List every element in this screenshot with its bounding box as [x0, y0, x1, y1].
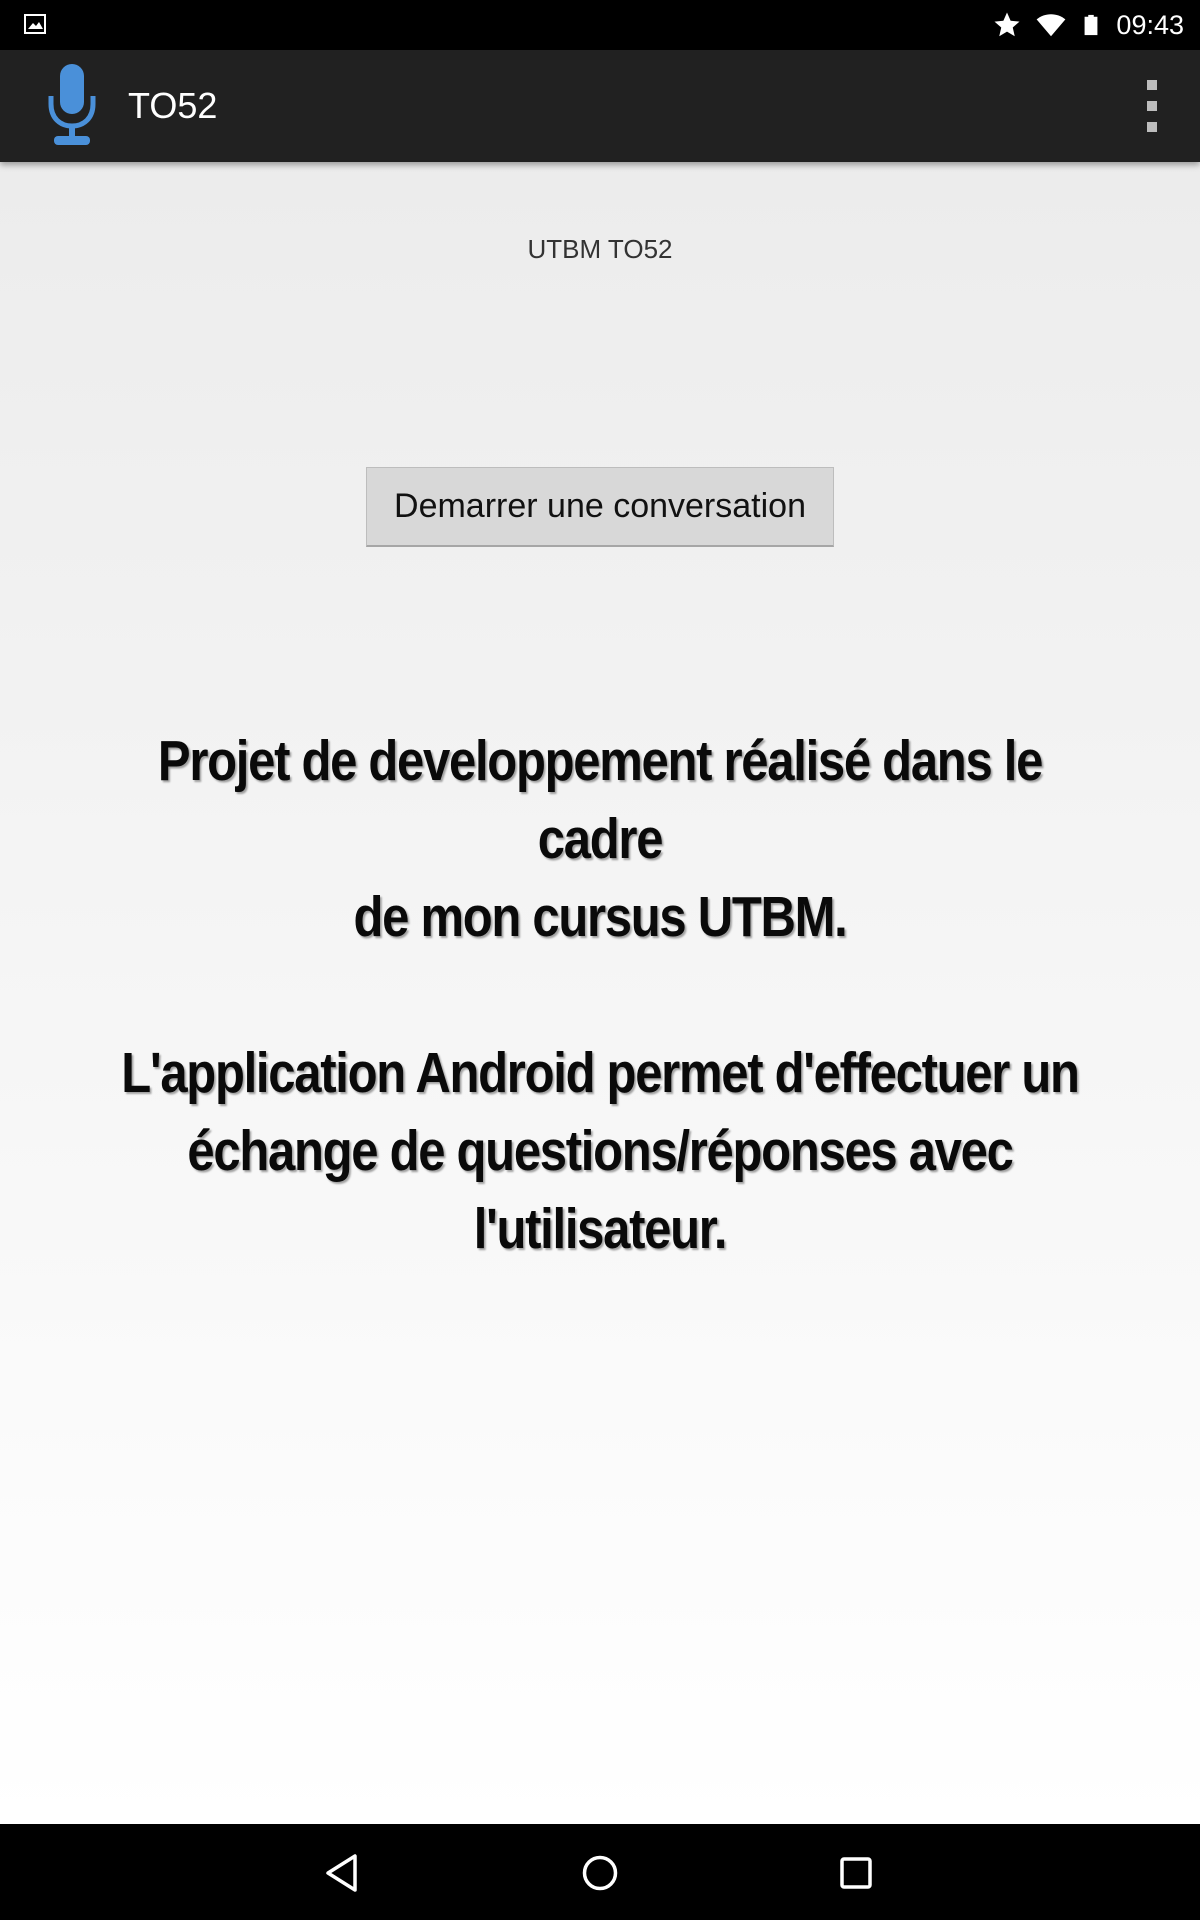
image-notification-icon [24, 14, 46, 34]
screen: 09:43 TO52 UTBM TO52 Demarrer une conver… [0, 0, 1200, 1920]
home-icon[interactable] [575, 1848, 625, 1898]
overflow-menu-button[interactable] [1144, 80, 1160, 132]
recents-icon[interactable] [831, 1848, 881, 1898]
app-title: TO52 [128, 85, 218, 126]
battery-icon [1085, 14, 1098, 36]
status-icons: 09:43 [992, 0, 1184, 50]
action-bar: TO52 [0, 50, 1200, 162]
description-paragraph: L'application Android permet d'effectuer… [121, 1041, 1080, 1261]
navigation-bar [0, 1824, 1200, 1920]
back-icon[interactable] [319, 1848, 369, 1898]
star-icon [994, 12, 1020, 37]
overflow-menu-icon [1147, 80, 1157, 90]
overflow-menu-icon [1147, 122, 1157, 132]
description: Projet de developpement réalisé dans le … [93, 722, 1108, 1268]
subtitle: UTBM TO52 [527, 234, 673, 264]
status-time: 09:43 [1116, 9, 1184, 40]
status-bar: 09:43 [0, 0, 1200, 50]
description-paragraph: Projet de developpement réalisé dans le … [157, 729, 1043, 949]
wifi-icon [1037, 14, 1066, 37]
overflow-menu-icon [1147, 101, 1157, 111]
microphone-icon[interactable] [42, 60, 102, 150]
start-conversation-button[interactable]: Demarrer une conversation [366, 467, 834, 547]
main-content: UTBM TO52 Demarrer une conversation Proj… [0, 162, 1200, 1824]
